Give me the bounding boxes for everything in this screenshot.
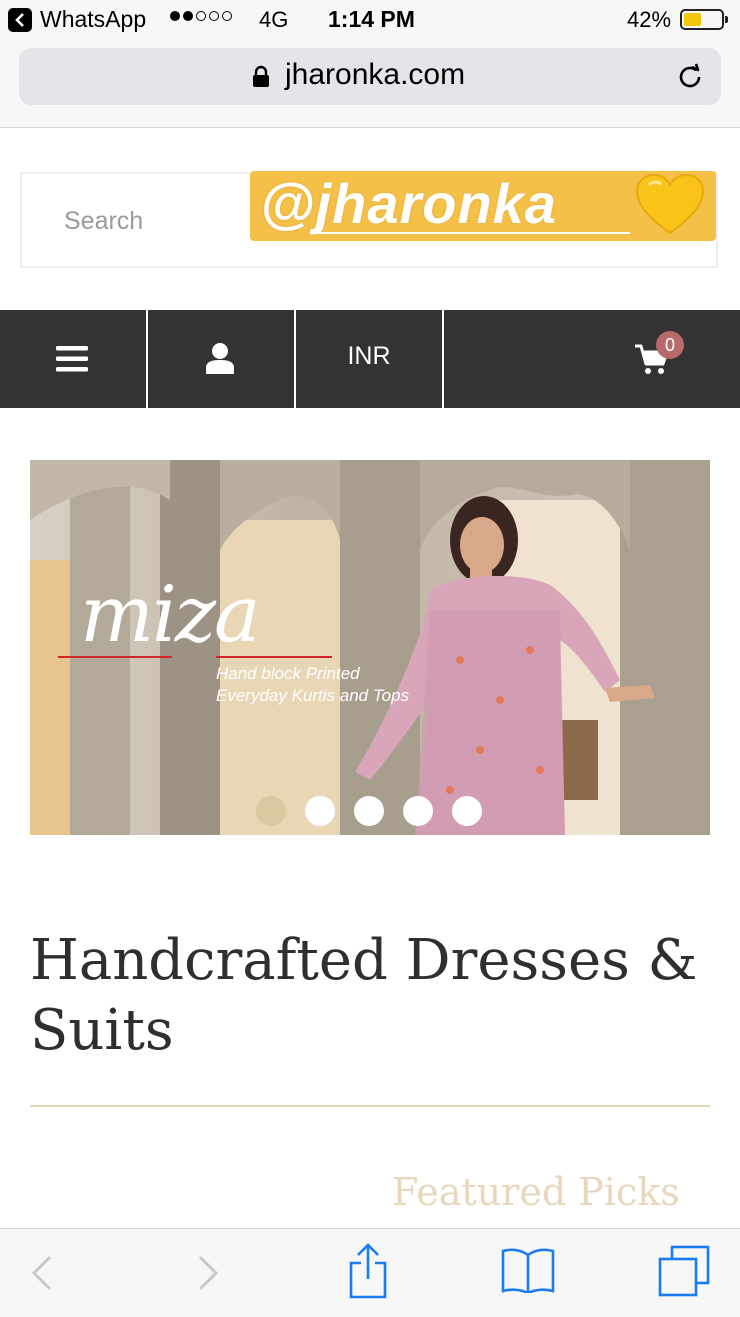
cart-button[interactable]: 0 xyxy=(444,310,740,408)
username-sticker: @jharonka xyxy=(250,171,716,241)
browser-address-area: jharonka.com xyxy=(0,40,740,128)
url-text[interactable]: jharonka.com xyxy=(285,58,465,92)
address-bar[interactable]: jharonka.com xyxy=(19,48,721,105)
reload-icon[interactable] xyxy=(675,62,705,92)
carousel-dot[interactable] xyxy=(403,796,433,826)
banner-tagline-2: Everyday Kurtis and Tops xyxy=(216,686,410,705)
banner-tagline-1: Hand block Printed xyxy=(216,664,360,683)
sticker-underline xyxy=(310,232,630,234)
back-to-app-icon[interactable] xyxy=(8,8,32,32)
section-divider xyxy=(30,1105,710,1107)
carousel-dot[interactable] xyxy=(256,796,286,826)
back-arrow-icon[interactable] xyxy=(30,1255,54,1291)
hero-banner[interactable]: miza Hand block Printed Everyday Kurtis … xyxy=(30,460,710,835)
banner-accent-line xyxy=(216,656,332,658)
menu-button[interactable] xyxy=(0,310,146,408)
account-button[interactable] xyxy=(148,310,294,408)
carousel-dot[interactable] xyxy=(452,796,482,826)
hamburger-menu-icon xyxy=(56,346,88,372)
cart-count-badge: 0 xyxy=(656,331,684,359)
browser-toolbar xyxy=(0,1228,740,1317)
network-type: 4G xyxy=(259,7,289,32)
banner-accent-line xyxy=(58,656,172,658)
bookmarks-icon[interactable] xyxy=(500,1247,556,1293)
share-icon[interactable] xyxy=(348,1243,388,1299)
currency-label: INR xyxy=(347,342,391,370)
banner-brand: miza xyxy=(80,570,261,660)
tabs-icon[interactable] xyxy=(658,1245,710,1297)
forward-arrow-icon[interactable] xyxy=(196,1255,220,1291)
clock: 1:14 PM xyxy=(328,6,415,32)
sticker-text: @jharonka xyxy=(260,172,558,235)
carousel-pager xyxy=(256,796,482,826)
battery-icon xyxy=(680,9,728,30)
page-heading: Handcrafted Dresses & Suits xyxy=(30,928,698,1063)
site-nav-bar: INR 0 xyxy=(0,310,740,408)
carousel-dot[interactable] xyxy=(305,796,335,826)
user-icon xyxy=(206,343,234,374)
search-input[interactable] xyxy=(62,198,246,244)
featured-picks-heading: Featured Picks xyxy=(392,1170,680,1214)
carousel-dot[interactable] xyxy=(354,796,384,826)
back-app-label[interactable]: WhatsApp xyxy=(40,6,146,33)
signal-strength-icon xyxy=(170,11,232,21)
lock-icon xyxy=(253,65,269,87)
yellow-heart-icon xyxy=(635,173,705,235)
status-bar: WhatsApp 4G 1:14 PM 42% xyxy=(0,0,740,40)
battery-percent: 42% xyxy=(627,7,672,32)
